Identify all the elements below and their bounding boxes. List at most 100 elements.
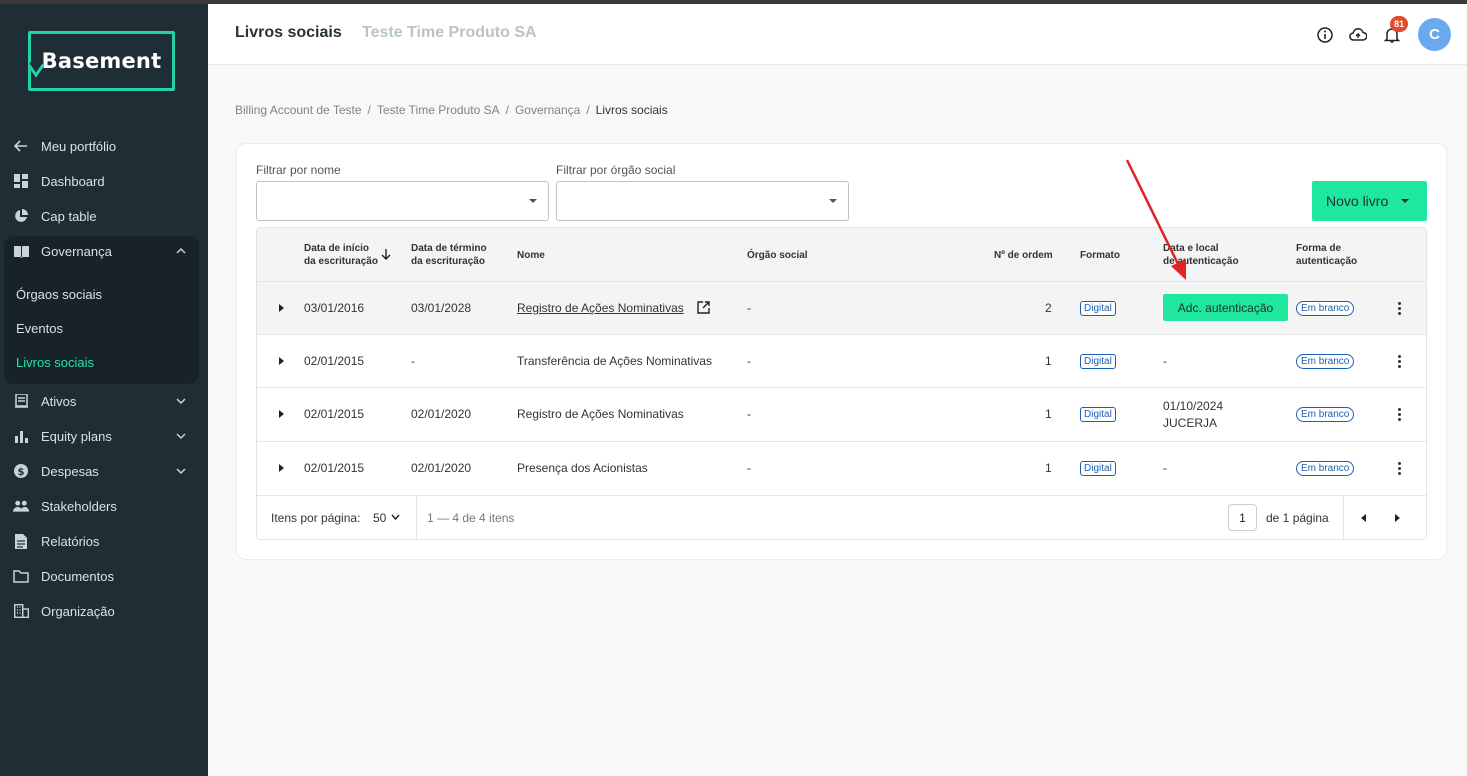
expand-icon[interactable] (279, 304, 284, 312)
page-count: de 1 página (1266, 511, 1329, 525)
sidebar-item-documentos[interactable]: Documentos (0, 562, 208, 590)
sidebar-item-label: Meu portfólio (41, 138, 117, 154)
sidebar-item-label: Relatórios (41, 533, 100, 549)
bar-chart-icon (13, 428, 29, 444)
cell-end: 03/01/2028 (411, 301, 472, 315)
sidebar-item-label: Dashboard (41, 173, 105, 189)
chevron-down-icon (176, 398, 186, 405)
svg-text:$: $ (18, 467, 25, 478)
page-title: Livros sociais (235, 24, 342, 41)
book-name-link[interactable]: Registro de Ações Nominativas (517, 300, 684, 317)
cloud-upload-icon[interactable] (1349, 26, 1367, 44)
next-page-icon[interactable] (1395, 514, 1400, 522)
sidebar-item-organizacao[interactable]: Organização (0, 597, 208, 625)
external-link-icon[interactable] (697, 301, 710, 314)
expand-icon[interactable] (279, 357, 284, 365)
breadcrumb-billing[interactable]: Billing Account de Teste (235, 103, 362, 117)
filter-name-label: Filtrar por nome (256, 163, 341, 177)
sidebar-sub-eventos[interactable]: Eventos (16, 321, 63, 336)
cell-name: Transferência de Ações Nominativas (517, 354, 712, 368)
filter-name-select[interactable] (256, 181, 549, 221)
cell-name: Presença dos Acionistas (517, 461, 648, 475)
basement-logo[interactable]: Basement (28, 31, 175, 91)
sort-desc-icon[interactable] (381, 249, 391, 261)
pie-chart-icon (13, 208, 29, 224)
chevron-down-icon (176, 468, 186, 475)
cell-end: 02/01/2020 (411, 461, 472, 475)
info-icon[interactable] (1316, 26, 1334, 44)
breadcrumb: Billing Account de Teste / Teste Time Prod… (235, 103, 668, 117)
novo-livro-label: Novo livro (1326, 193, 1389, 209)
cell-org: - (747, 407, 751, 421)
breadcrumb-governanca[interactable]: Governança (515, 103, 580, 117)
page-number-input[interactable]: 1 (1228, 504, 1257, 531)
more-options-icon[interactable] (1398, 355, 1402, 369)
sidebar-item-equity-plans[interactable]: Equity plans (0, 422, 208, 450)
format-badge: Digital (1080, 301, 1116, 316)
novo-livro-button[interactable]: Novo livro (1312, 181, 1427, 221)
filter-org-select[interactable] (556, 181, 849, 221)
auth-form-badge: Em branco (1296, 354, 1355, 369)
table-footer: Itens por página: 50 1 — 4 de 4 itens 1 … (257, 496, 1426, 539)
sidebar-item-governanca[interactable]: Governança (0, 237, 208, 265)
cell-auth: - (1163, 354, 1167, 368)
sidebar-item-label: Despesas (41, 463, 99, 479)
auth-form-badge: Em branco (1296, 301, 1355, 316)
sidebar-item-label: Governança (41, 243, 112, 259)
cell-start: 02/01/2015 (304, 354, 365, 368)
table-row[interactable]: 02/01/2015 02/01/2020 Presença dos Acion… (257, 442, 1426, 496)
dollar-icon: $ (13, 463, 29, 479)
more-options-icon[interactable] (1398, 302, 1402, 316)
caret-down-icon (529, 199, 537, 203)
sidebar-item-label: Stakeholders (41, 498, 117, 514)
chevron-down-icon[interactable] (391, 514, 400, 521)
expand-icon[interactable] (279, 410, 284, 418)
sidebar-item-label: Ativos (41, 393, 77, 409)
chevron-down-icon (176, 433, 186, 440)
more-options-icon[interactable] (1398, 462, 1402, 476)
sidebar-item-relatorios[interactable]: Relatórios (0, 527, 208, 555)
auth-form-badge: Em branco (1296, 461, 1355, 476)
sidebar-sub-livros-sociais[interactable]: Livros sociais (16, 355, 94, 370)
notification-badge: 81 (1390, 16, 1408, 32)
cell-order: 1 (1045, 407, 1052, 421)
sidebar-item-despesas[interactable]: $ Despesas (0, 457, 208, 485)
add-authentication-button[interactable]: Adc. autenticação (1163, 294, 1288, 321)
top-header: Livros sociais Teste Time Produto SA 81 … (208, 4, 1467, 65)
per-page-select[interactable]: 50 (373, 511, 386, 525)
more-options-icon[interactable] (1398, 408, 1402, 422)
sidebar-item-ativos[interactable]: Ativos (0, 387, 208, 415)
cell-order: 2 (1045, 301, 1052, 315)
user-avatar[interactable]: C (1418, 18, 1451, 51)
arrow-left-icon (13, 138, 29, 154)
sidebar-item-stakeholders[interactable]: Stakeholders (0, 492, 208, 520)
sidebar-item-label: Cap table (41, 208, 97, 224)
cell-start: 02/01/2015 (304, 407, 365, 421)
sidebar-sub-orgaos-sociais[interactable]: Órgaos sociais (16, 287, 102, 302)
cell-end: - (411, 354, 415, 368)
sidebar-item-cap-table[interactable]: Cap table (0, 202, 208, 230)
sidebar-item-label: Equity plans (41, 428, 112, 444)
books-table: Data de início da escrituração Data de té… (256, 227, 1427, 540)
table-row[interactable]: 02/01/2015 02/01/2020 Registro de Ações … (257, 388, 1426, 442)
chevron-up-icon (176, 247, 186, 254)
prev-page-icon[interactable] (1361, 514, 1366, 522)
sidebar-item-dashboard[interactable]: Dashboard (0, 167, 208, 195)
cell-name: Registro de Ações Nominativas (517, 407, 684, 421)
th-end-date: Data de término da escrituração (411, 243, 487, 267)
th-start-date[interactable]: Data de início da escrituração (304, 242, 378, 268)
format-badge: Digital (1080, 354, 1116, 369)
cell-org: - (747, 461, 751, 475)
breadcrumb-company[interactable]: Teste Time Produto SA (377, 103, 500, 117)
breadcrumb-current: Livros sociais (595, 103, 668, 117)
cell-org: - (747, 354, 751, 368)
table-row[interactable]: 02/01/2015 - Transferência de Ações Nomi… (257, 335, 1426, 388)
per-page-label: Itens por página: (271, 511, 361, 525)
table-row[interactable]: 03/01/2016 03/01/2028 Registro de Ações … (257, 282, 1426, 335)
cell-start: 03/01/2016 (304, 301, 365, 315)
window-top-stripe (0, 0, 1467, 4)
sidebar-item-meu-portfolio[interactable]: Meu portfólio (0, 132, 208, 160)
expand-icon[interactable] (279, 464, 284, 472)
cell-end: 02/01/2020 (411, 407, 472, 421)
footer-divider (416, 496, 417, 539)
